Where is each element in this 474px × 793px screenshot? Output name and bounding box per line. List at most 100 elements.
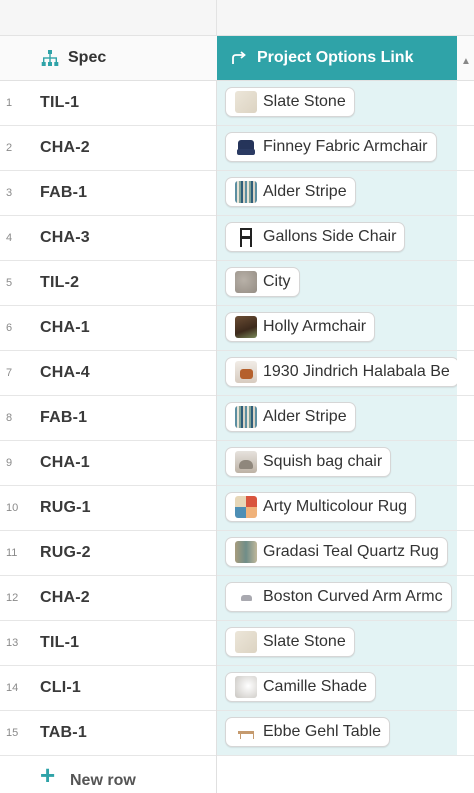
column-divider <box>216 756 217 793</box>
spec-cell[interactable]: TIL-2 <box>40 261 79 305</box>
table-row[interactable]: 11 RUG-2 Gradasi Teal Quartz Rug <box>0 531 474 576</box>
spec-cell[interactable]: CLI-1 <box>40 666 81 710</box>
row-number: 1 <box>6 97 13 109</box>
linked-record-label: Squish bag chair <box>263 453 383 470</box>
next-column-cell[interactable] <box>457 81 474 125</box>
linked-record-chip[interactable]: Slate Stone <box>225 87 355 117</box>
table-row[interactable]: 2 CHA-2 Finney Fabric Armchair <box>0 126 474 171</box>
product-thumbnail <box>235 136 257 158</box>
next-column-cell[interactable] <box>457 171 474 215</box>
table-row[interactable]: 5 TIL-2 City <box>0 261 474 306</box>
table-row[interactable]: 6 CHA-1 Holly Armchair <box>0 306 474 351</box>
spec-cell[interactable]: TIL-1 <box>40 81 79 125</box>
next-column-cell[interactable] <box>457 666 474 710</box>
linked-record-chip[interactable]: 1930 Jindrich Halabala Be <box>225 357 457 387</box>
spec-cell[interactable]: RUG-1 <box>40 486 91 530</box>
project-options-cell[interactable]: Alder Stripe <box>217 396 457 440</box>
spec-cell[interactable]: CHA-1 <box>40 306 90 350</box>
linked-record-chip[interactable]: Holly Armchair <box>225 312 376 342</box>
next-column-cell[interactable] <box>457 531 474 575</box>
table-row[interactable]: 4 CHA-3 Gallons Side Chair <box>0 216 474 261</box>
next-column-cell[interactable] <box>457 306 474 350</box>
table-row[interactable]: 3 FAB-1 Alder Stripe <box>0 171 474 216</box>
spec-cell[interactable]: TAB-1 <box>40 711 87 755</box>
project-options-cell[interactable]: 1930 Jindrich Halabala Be <box>217 351 457 395</box>
project-options-cell[interactable]: Boston Curved Arm Armc <box>217 576 457 620</box>
table-row[interactable]: 14 CLI-1 Camille Shade <box>0 666 474 711</box>
next-column-cell[interactable] <box>457 576 474 620</box>
linked-record-chip[interactable]: Alder Stripe <box>225 177 356 207</box>
spec-cell[interactable]: CHA-1 <box>40 441 90 485</box>
table-row[interactable]: 1 TIL-1 Slate Stone <box>0 81 474 126</box>
spec-cell[interactable]: TIL-1 <box>40 621 79 665</box>
linked-record-chip[interactable]: Ebbe Gehl Table <box>225 717 391 747</box>
row-number: 5 <box>6 277 13 289</box>
next-column-cell[interactable] <box>457 351 474 395</box>
sort-caret-icon: ▲ <box>461 56 471 67</box>
linked-record-chip[interactable]: Slate Stone <box>225 627 355 657</box>
project-options-cell[interactable]: Finney Fabric Armchair <box>217 126 457 170</box>
spec-cell[interactable]: FAB-1 <box>40 396 87 440</box>
table-row[interactable]: 15 TAB-1 Ebbe Gehl Table <box>0 711 474 756</box>
linked-record-chip[interactable]: Finney Fabric Armchair <box>225 132 437 162</box>
spec-cell[interactable]: RUG-2 <box>40 531 91 575</box>
row-number: 3 <box>6 187 13 199</box>
table-row[interactable]: 10 RUG-1 Arty Multicolour Rug <box>0 486 474 531</box>
linked-record-chip[interactable]: Squish bag chair <box>225 447 392 477</box>
spec-cell[interactable]: FAB-1 <box>40 171 87 215</box>
spec-cell[interactable]: CHA-3 <box>40 216 90 260</box>
product-thumbnail <box>235 496 257 518</box>
next-column-cell[interactable] <box>457 261 474 305</box>
linked-record-label: Gradasi Teal Quartz Rug <box>263 543 439 560</box>
next-column-cell[interactable] <box>457 126 474 170</box>
table-row[interactable]: 13 TIL-1 Slate Stone <box>0 621 474 666</box>
spec-cell[interactable]: CHA-4 <box>40 351 90 395</box>
spec-cell[interactable]: CHA-2 <box>40 126 90 170</box>
linked-record-chip[interactable]: Alder Stripe <box>225 402 356 432</box>
project-options-cell[interactable]: Slate Stone <box>217 621 457 665</box>
linked-record-chip[interactable]: Gradasi Teal Quartz Rug <box>225 537 448 567</box>
product-thumbnail <box>235 361 257 383</box>
linked-record-chip[interactable]: City <box>225 267 300 297</box>
row-number: 11 <box>6 547 18 559</box>
table-row[interactable]: 8 FAB-1 Alder Stripe <box>0 396 474 441</box>
project-options-cell[interactable]: Squish bag chair <box>217 441 457 485</box>
linked-record-chip[interactable]: Camille Shade <box>225 672 377 702</box>
table-row[interactable]: 12 CHA-2 Boston Curved Arm Armc <box>0 576 474 621</box>
project-options-cell[interactable]: Holly Armchair <box>217 306 457 350</box>
table-row[interactable]: 9 CHA-1 Squish bag chair <box>0 441 474 486</box>
next-column-cell[interactable] <box>457 711 474 755</box>
spec-cell[interactable]: CHA-2 <box>40 576 90 620</box>
next-column-cell[interactable] <box>457 396 474 440</box>
column-header-project-options[interactable]: Project Options Link <box>217 36 457 80</box>
linked-record-label: Slate Stone <box>263 93 346 110</box>
project-options-cell[interactable]: Slate Stone <box>217 81 457 125</box>
linked-record-label: Boston Curved Arm Armc <box>263 588 443 605</box>
row-number: 10 <box>6 502 19 514</box>
project-options-cell[interactable]: Camille Shade <box>217 666 457 710</box>
plus-icon: + <box>40 760 56 790</box>
table-row[interactable]: 7 CHA-4 1930 Jindrich Halabala Be <box>0 351 474 396</box>
row-number: 12 <box>6 592 19 604</box>
linked-record-chip[interactable]: Arty Multicolour Rug <box>225 492 417 522</box>
next-column-cell[interactable] <box>457 216 474 260</box>
project-options-cell[interactable]: Gallons Side Chair <box>217 216 457 260</box>
project-options-cell[interactable]: Alder Stripe <box>217 171 457 215</box>
project-options-cell[interactable]: Ebbe Gehl Table <box>217 711 457 755</box>
new-row-button[interactable]: + New row <box>0 756 474 793</box>
linked-record-chip[interactable]: Gallons Side Chair <box>225 222 406 252</box>
project-options-cell[interactable]: Gradasi Teal Quartz Rug <box>217 531 457 575</box>
project-options-cell[interactable]: Arty Multicolour Rug <box>217 486 457 530</box>
next-column-cell[interactable] <box>457 441 474 485</box>
next-column-cell[interactable] <box>457 486 474 530</box>
row-number: 9 <box>6 457 13 469</box>
row-number: 2 <box>6 142 13 154</box>
product-thumbnail <box>235 316 257 338</box>
column-header-spec[interactable]: Spec <box>0 36 216 80</box>
linked-record-label: Finney Fabric Armchair <box>263 138 428 155</box>
next-column-header[interactable]: ▲ <box>457 36 474 80</box>
product-thumbnail <box>235 271 257 293</box>
linked-record-chip[interactable]: Boston Curved Arm Armc <box>225 582 452 612</box>
project-options-cell[interactable]: City <box>217 261 457 305</box>
next-column-cell[interactable] <box>457 621 474 665</box>
